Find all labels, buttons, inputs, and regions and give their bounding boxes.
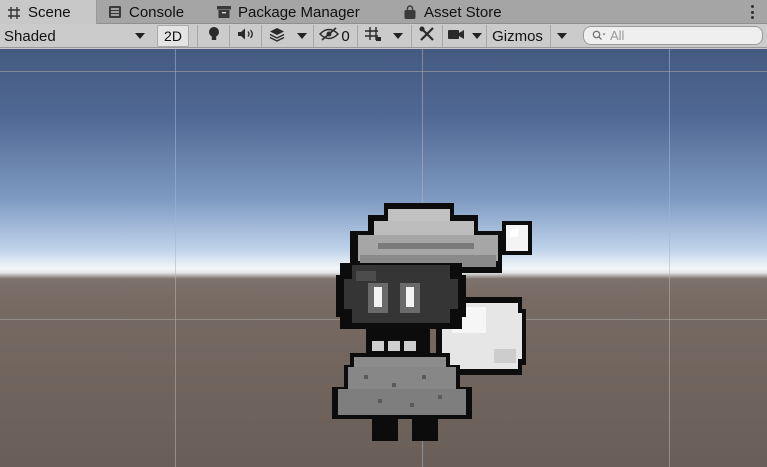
grid-toggle[interactable] [357, 25, 387, 47]
tools-icon [418, 25, 436, 47]
chevron-down-icon [472, 33, 482, 39]
toggle-2d-label: 2D [164, 28, 182, 44]
character-sprite[interactable] [330, 199, 540, 444]
tab-package-manager[interactable]: Package Manager [210, 0, 360, 24]
package-icon [216, 4, 232, 20]
gizmos-label: Gizmos [492, 27, 543, 45]
lightbulb-icon [208, 26, 220, 46]
tab-package-manager-label: Package Manager [238, 3, 360, 21]
chevron-down-icon [297, 33, 307, 39]
camera-icon [447, 28, 465, 45]
console-icon [107, 4, 123, 20]
scene-viewport[interactable] [0, 49, 767, 467]
effects-toggle[interactable] [261, 25, 291, 47]
chevron-down-icon [556, 33, 567, 39]
tab-asset-store[interactable]: Asset Store [396, 0, 502, 24]
grid-line [669, 49, 670, 467]
effects-dropdown[interactable] [291, 25, 313, 47]
grid-snap-icon [364, 26, 382, 46]
speaker-icon [237, 27, 255, 45]
camera-settings-button[interactable] [442, 25, 468, 47]
search-icon [592, 27, 606, 45]
tab-scene-label: Scene [28, 4, 71, 21]
scene-search-box[interactable] [583, 26, 763, 45]
search-input[interactable] [610, 28, 750, 43]
grid-dropdown[interactable] [387, 25, 409, 47]
tab-asset-store-label: Asset Store [424, 3, 502, 21]
grid-line [0, 71, 767, 72]
scene-grid-icon [6, 5, 22, 21]
tab-console-label: Console [129, 3, 185, 21]
chevron-down-icon [135, 33, 145, 39]
shading-mode-label: Shaded [4, 27, 56, 45]
tab-bar: Scene Console Package Manager Asset Stor… [0, 0, 767, 25]
gizmos-button[interactable]: Gizmos [486, 25, 548, 47]
layers-icon [268, 27, 286, 46]
toggle-2d-button[interactable]: 2D [157, 25, 189, 47]
shading-mode-dropdown[interactable]: Shaded [0, 25, 151, 47]
scene-visibility-toggle[interactable]: 0 [313, 25, 355, 47]
audio-toggle[interactable] [229, 25, 261, 47]
asset-store-bag-icon [402, 4, 418, 20]
grid-line [175, 49, 176, 467]
tab-console[interactable]: Console [101, 0, 184, 24]
tools-toggle[interactable] [411, 25, 441, 47]
gizmos-dropdown[interactable] [550, 25, 572, 47]
eye-hidden-icon [319, 27, 340, 45]
tab-scene[interactable]: Scene [0, 0, 97, 25]
chevron-down-icon [393, 33, 403, 39]
camera-dropdown[interactable] [468, 25, 486, 47]
more-options-icon[interactable] [747, 3, 757, 21]
lighting-toggle[interactable] [197, 25, 229, 47]
hidden-objects-count: 0 [341, 27, 350, 45]
